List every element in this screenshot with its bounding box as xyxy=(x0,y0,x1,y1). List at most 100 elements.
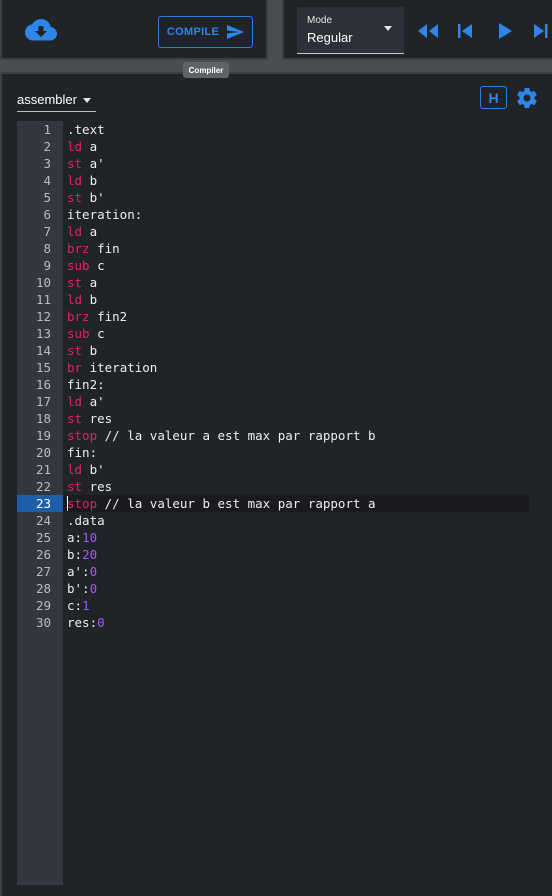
code-keyword: sub xyxy=(67,258,90,273)
code-text: fin xyxy=(89,241,120,256)
code-line[interactable]: brz fin2 xyxy=(67,308,533,325)
code-text: .text xyxy=(67,122,105,137)
code-line[interactable]: stop // la valeur b est max par rapport … xyxy=(63,495,529,512)
code-line[interactable]: .data xyxy=(67,512,533,529)
gear-icon[interactable] xyxy=(515,86,539,110)
code-line[interactable]: a':0 xyxy=(67,563,533,580)
code-line[interactable]: brz fin xyxy=(67,240,533,257)
code-keyword: sub xyxy=(67,326,90,341)
mode-value: Regular xyxy=(307,30,353,45)
code-number: 10 xyxy=(82,530,98,545)
code-line[interactable]: fin2: xyxy=(67,376,533,393)
line-number: 13 xyxy=(35,326,51,341)
skip-previous-icon[interactable] xyxy=(455,22,477,40)
code-keyword: st xyxy=(67,343,83,358)
code-line[interactable]: ld b xyxy=(67,291,533,308)
code-number: 1 xyxy=(82,598,90,613)
code-line[interactable]: st b' xyxy=(67,189,533,206)
code-line[interactable]: stop // la valeur a est max par rapport … xyxy=(67,427,533,444)
code-keyword: ld xyxy=(67,394,83,409)
code-line[interactable]: st res xyxy=(67,410,533,427)
code-line[interactable]: ld b xyxy=(67,172,533,189)
line-number: 15 xyxy=(35,360,51,375)
code-keyword: brz xyxy=(67,241,90,256)
line-number: 22 xyxy=(35,479,51,494)
line-number: 25 xyxy=(35,530,51,545)
code-keyword: st xyxy=(67,156,83,171)
code-text: a: xyxy=(67,530,83,545)
line-number: 14 xyxy=(35,343,51,358)
code-line[interactable]: sub c xyxy=(67,257,533,274)
text-cursor xyxy=(67,496,68,511)
code-keyword: st xyxy=(67,411,83,426)
code-text: a xyxy=(82,139,98,154)
code-line[interactable]: iteration: xyxy=(67,206,533,223)
line-number: 8 xyxy=(43,241,51,256)
code-line[interactable]: st a xyxy=(67,274,533,291)
code-line[interactable]: b:20 xyxy=(67,546,533,563)
code-text: a xyxy=(82,275,98,290)
code-text: res xyxy=(82,411,113,426)
code-line[interactable]: res:0 xyxy=(67,614,533,631)
code-number: 20 xyxy=(82,547,98,562)
code-line[interactable]: st a' xyxy=(67,155,533,172)
code-text: a xyxy=(82,224,98,239)
code-number: 0 xyxy=(89,564,98,579)
code-line[interactable]: c:1 xyxy=(67,597,533,614)
code-text: iteration xyxy=(82,360,158,375)
code-keyword: stop xyxy=(67,428,98,443)
code-keyword: ld xyxy=(67,292,83,307)
line-number: 27 xyxy=(35,564,51,579)
code-text: c xyxy=(89,326,105,341)
line-number: 28 xyxy=(35,581,51,596)
code-text: iteration: xyxy=(67,207,143,222)
fast-rewind-icon[interactable] xyxy=(417,22,439,40)
code-line[interactable]: ld a xyxy=(67,138,533,155)
code-keyword: ld xyxy=(67,224,83,239)
code-keyword: ld xyxy=(67,462,83,477)
mode-select[interactable]: Mode Regular xyxy=(297,7,404,54)
line-number: 1 xyxy=(43,122,51,137)
code-line[interactable]: .text xyxy=(67,121,533,138)
code-text: c: xyxy=(67,598,83,613)
language-select[interactable]: assembler xyxy=(17,90,96,112)
compile-label: COMPILE xyxy=(166,26,220,38)
line-number: 19 xyxy=(35,428,51,443)
line-number: 9 xyxy=(43,258,51,273)
line-number: 5 xyxy=(43,190,51,205)
line-number: 12 xyxy=(35,309,51,324)
compile-tooltip: Compiler xyxy=(183,62,229,78)
line-number: 29 xyxy=(35,598,51,613)
code-line[interactable]: ld a xyxy=(67,223,533,240)
code-text: res xyxy=(82,479,113,494)
code-text: b: xyxy=(67,547,83,562)
code-line[interactable]: st b xyxy=(67,342,533,359)
help-button[interactable]: H xyxy=(480,86,507,109)
line-number: 24 xyxy=(35,513,51,528)
code-keyword: st xyxy=(67,479,83,494)
code-line[interactable]: fin: xyxy=(67,444,533,461)
line-number: 6 xyxy=(43,207,51,222)
play-icon[interactable] xyxy=(494,22,516,40)
code-line[interactable]: a:10 xyxy=(67,529,533,546)
code-line[interactable]: sub c xyxy=(67,325,533,342)
code-line[interactable]: b':0 xyxy=(67,580,533,597)
code-text: b': xyxy=(67,581,90,596)
compile-button[interactable]: COMPILE xyxy=(158,16,253,48)
code-line[interactable]: st res xyxy=(67,478,533,495)
code-number: 0 xyxy=(89,581,98,596)
line-number: 30 xyxy=(35,615,51,630)
line-number: 18 xyxy=(35,411,51,426)
code-line[interactable]: br iteration xyxy=(67,359,533,376)
chevron-down-icon xyxy=(83,98,91,103)
code-text: a' xyxy=(82,156,105,171)
code-text: fin2 xyxy=(89,309,128,324)
line-number: 23 xyxy=(17,495,63,512)
code-line[interactable]: ld b' xyxy=(67,461,533,478)
line-number: 7 xyxy=(43,224,51,239)
code-keyword: br xyxy=(67,360,83,375)
cloud-download-icon[interactable] xyxy=(25,17,57,43)
skip-next-icon[interactable] xyxy=(531,22,552,40)
code-line[interactable]: ld a' xyxy=(67,393,533,410)
code-text: fin2: xyxy=(67,377,105,392)
